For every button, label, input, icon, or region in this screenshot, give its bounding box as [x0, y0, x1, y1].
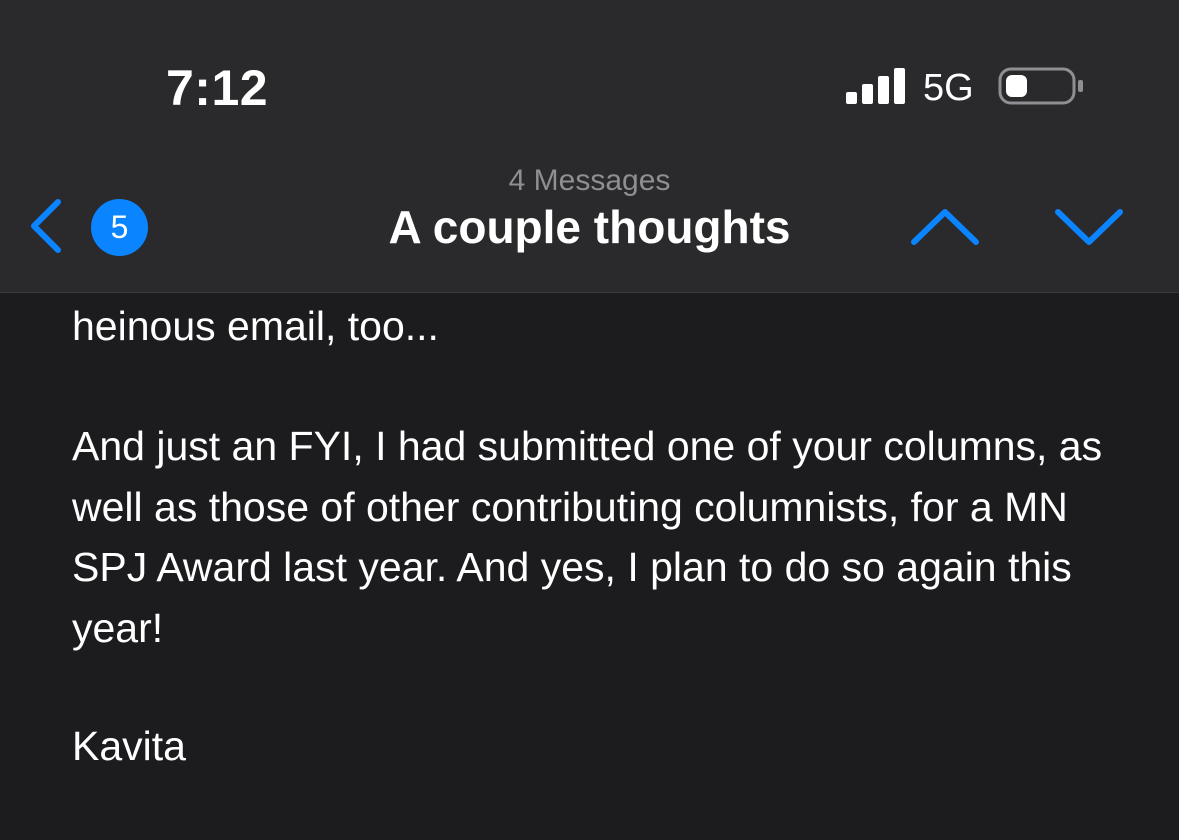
battery-icon	[998, 67, 1083, 105]
chevron-down-icon	[1055, 209, 1123, 245]
next-message-button[interactable]	[1050, 200, 1128, 252]
email-paragraph: And just an FYI, I had submitted one of …	[72, 423, 1103, 651]
chevron-left-icon	[31, 199, 61, 253]
status-bar-time: 7:12	[166, 60, 269, 116]
unread-count-badge: 5	[91, 199, 148, 256]
previous-message-button[interactable]	[906, 200, 984, 252]
thread-title: A couple thoughts	[388, 201, 791, 253]
email-body: heinous email, too... And just an FYI, I…	[72, 293, 1132, 840]
message-count: 4 Messages	[508, 164, 671, 197]
chevron-up-icon	[911, 209, 979, 245]
email-signature: Kavita	[72, 723, 186, 769]
network-type-label: 5G	[923, 67, 974, 109]
back-button[interactable]: 5	[20, 192, 160, 262]
email-paragraph: heinous email, too...	[72, 303, 439, 349]
cellular-signal-icon	[846, 68, 905, 104]
navigation-header: 7:12 5G 4 Messages A couple thoughts 5	[0, 0, 1179, 293]
